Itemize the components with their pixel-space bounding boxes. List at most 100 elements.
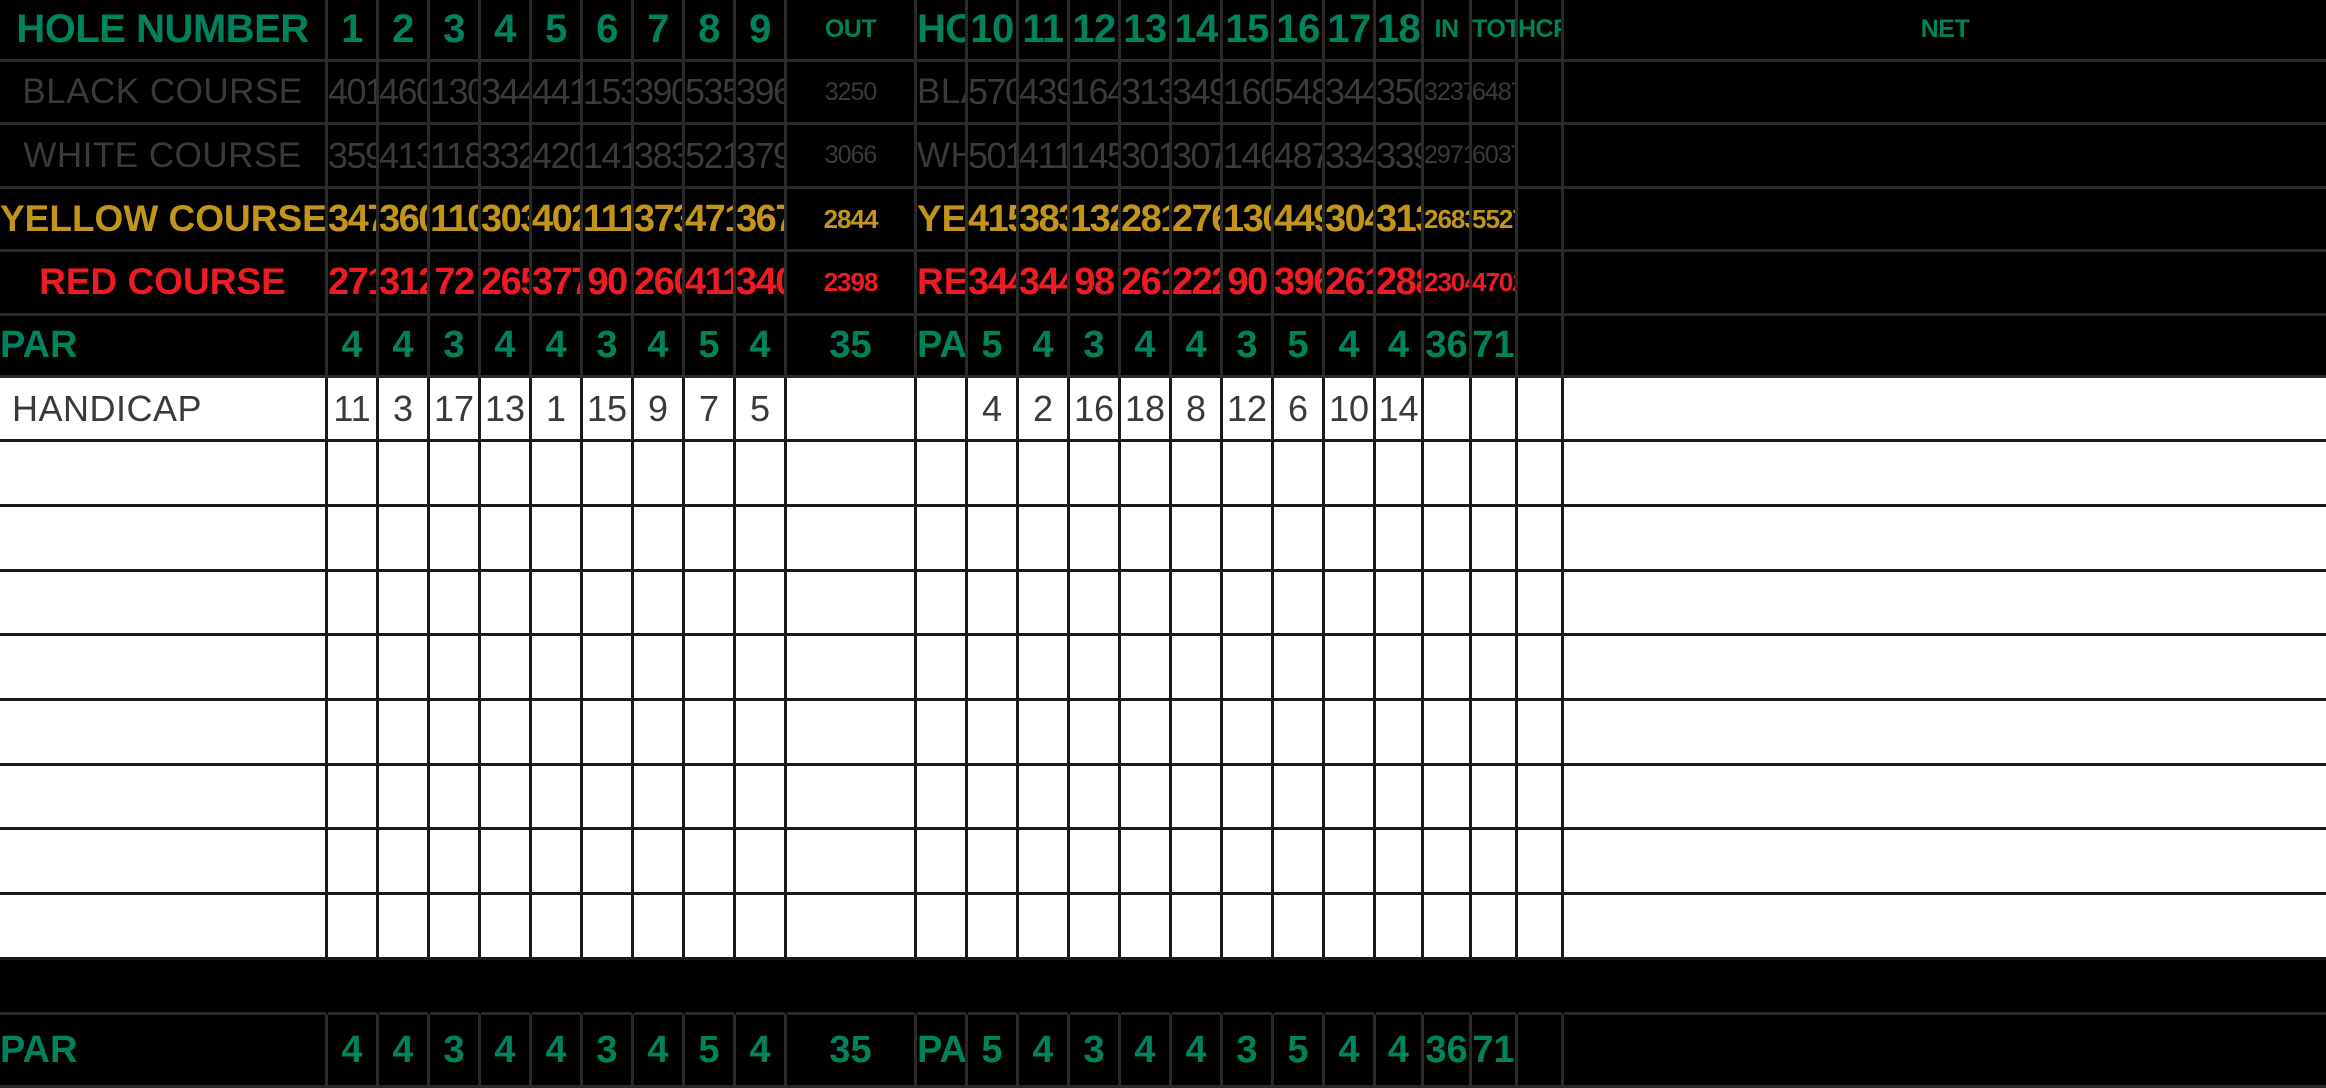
player-cell-net[interactable] <box>1564 507 2326 572</box>
handicap-h14[interactable]: 8 <box>1172 377 1223 443</box>
player-cell-h1[interactable] <box>328 636 379 702</box>
player-cell-out[interactable] <box>787 571 917 637</box>
player-cell-h11[interactable] <box>1019 636 1070 702</box>
player-score-row[interactable] <box>0 830 2326 896</box>
player-cell-net[interactable] <box>1564 442 2326 508</box>
player-cell-h15[interactable] <box>1223 442 1274 508</box>
player-cell-h12[interactable] <box>1070 636 1121 702</box>
player-cell-h13[interactable] <box>1121 571 1172 637</box>
player-cell-h16[interactable] <box>1274 895 1325 960</box>
player-cell-h3[interactable] <box>430 765 481 831</box>
player-cell-h12[interactable] <box>1070 507 1121 572</box>
player-cell-h8[interactable] <box>685 765 736 831</box>
player-cell-h1[interactable] <box>328 701 379 766</box>
player-cell-hcp[interactable] <box>1518 765 1564 831</box>
player-cell-out[interactable] <box>787 765 917 831</box>
player-score-row[interactable] <box>0 765 2326 831</box>
player-cell-h13[interactable] <box>1121 765 1172 831</box>
handicap-h10[interactable]: 4 <box>968 377 1019 443</box>
player-cell-h2[interactable] <box>379 442 430 508</box>
player-cell-h17[interactable] <box>1325 636 1376 702</box>
player-cell-h8[interactable] <box>685 571 736 637</box>
player-cell-h4[interactable] <box>481 636 532 702</box>
player-cell-h16[interactable] <box>1274 765 1325 831</box>
player-cell-in[interactable] <box>1424 830 1472 896</box>
player-cell-h10[interactable] <box>968 895 1019 960</box>
handicap-hcp[interactable] <box>1518 377 1564 443</box>
player-cell-h10[interactable] <box>968 442 1019 508</box>
player-cell-h15[interactable] <box>1223 830 1274 896</box>
player-score-row[interactable] <box>0 507 2326 572</box>
player-cell-h6[interactable] <box>583 701 634 766</box>
player-name-cell[interactable] <box>0 507 328 572</box>
player-cell-h12[interactable] <box>1070 765 1121 831</box>
player-cell-net[interactable] <box>1564 636 2326 702</box>
handicap-h7[interactable]: 9 <box>634 377 685 443</box>
player-cell-tot[interactable] <box>1472 765 1518 831</box>
player-cell-h4[interactable] <box>481 830 532 896</box>
player-name-cell[interactable] <box>0 571 328 637</box>
player-score-row[interactable] <box>0 701 2326 766</box>
player-cell-h17[interactable] <box>1325 765 1376 831</box>
player-cell-h1[interactable] <box>328 442 379 508</box>
player-cell-h1[interactable] <box>328 571 379 637</box>
player-cell-h6[interactable] <box>583 636 634 702</box>
player-cell-h6[interactable] <box>583 507 634 572</box>
player-cell-tot[interactable] <box>1472 571 1518 637</box>
player-cell-hcp[interactable] <box>1518 636 1564 702</box>
player-cell-h14[interactable] <box>1172 701 1223 766</box>
player-name-cell-back[interactable] <box>917 830 968 896</box>
player-cell-h18[interactable] <box>1376 830 1424 896</box>
player-cell-h17[interactable] <box>1325 895 1376 960</box>
player-cell-h16[interactable] <box>1274 701 1325 766</box>
player-cell-h7[interactable] <box>634 571 685 637</box>
handicap-h13[interactable]: 18 <box>1121 377 1172 443</box>
player-cell-h2[interactable] <box>379 701 430 766</box>
player-cell-tot[interactable] <box>1472 830 1518 896</box>
player-cell-h6[interactable] <box>583 442 634 508</box>
player-cell-tot[interactable] <box>1472 442 1518 508</box>
player-cell-out[interactable] <box>787 830 917 896</box>
player-cell-h16[interactable] <box>1274 571 1325 637</box>
handicap-h6[interactable]: 15 <box>583 377 634 443</box>
player-cell-h12[interactable] <box>1070 830 1121 896</box>
player-cell-in[interactable] <box>1424 442 1472 508</box>
player-cell-h15[interactable] <box>1223 765 1274 831</box>
handicap-h4[interactable]: 13 <box>481 377 532 443</box>
player-name-cell-back[interactable] <box>917 442 968 508</box>
player-cell-h12[interactable] <box>1070 442 1121 508</box>
player-cell-h18[interactable] <box>1376 442 1424 508</box>
player-cell-in[interactable] <box>1424 636 1472 702</box>
player-cell-h5[interactable] <box>532 507 583 572</box>
handicap-h1[interactable]: 11 <box>328 377 379 443</box>
player-cell-h14[interactable] <box>1172 442 1223 508</box>
player-cell-h13[interactable] <box>1121 507 1172 572</box>
player-score-row[interactable] <box>0 636 2326 702</box>
player-cell-h16[interactable] <box>1274 636 1325 702</box>
handicap-tot[interactable] <box>1472 377 1518 443</box>
player-score-row[interactable] <box>0 895 2326 960</box>
player-cell-h9[interactable] <box>736 830 787 896</box>
handicap-h5[interactable]: 1 <box>532 377 583 443</box>
player-cell-h5[interactable] <box>532 895 583 960</box>
player-cell-h16[interactable] <box>1274 442 1325 508</box>
handicap-h3[interactable]: 17 <box>430 377 481 443</box>
player-cell-h17[interactable] <box>1325 830 1376 896</box>
player-cell-in[interactable] <box>1424 701 1472 766</box>
player-cell-h8[interactable] <box>685 507 736 572</box>
player-cell-h14[interactable] <box>1172 571 1223 637</box>
player-cell-h11[interactable] <box>1019 507 1070 572</box>
handicap-h12[interactable]: 16 <box>1070 377 1121 443</box>
player-cell-h7[interactable] <box>634 895 685 960</box>
player-cell-h15[interactable] <box>1223 701 1274 766</box>
player-cell-h10[interactable] <box>968 636 1019 702</box>
player-cell-h15[interactable] <box>1223 507 1274 572</box>
player-cell-h3[interactable] <box>430 895 481 960</box>
player-cell-h6[interactable] <box>583 571 634 637</box>
player-cell-h7[interactable] <box>634 830 685 896</box>
player-cell-h18[interactable] <box>1376 895 1424 960</box>
player-cell-h2[interactable] <box>379 636 430 702</box>
player-score-row[interactable] <box>0 442 2326 508</box>
player-cell-tot[interactable] <box>1472 507 1518 572</box>
player-cell-h5[interactable] <box>532 830 583 896</box>
